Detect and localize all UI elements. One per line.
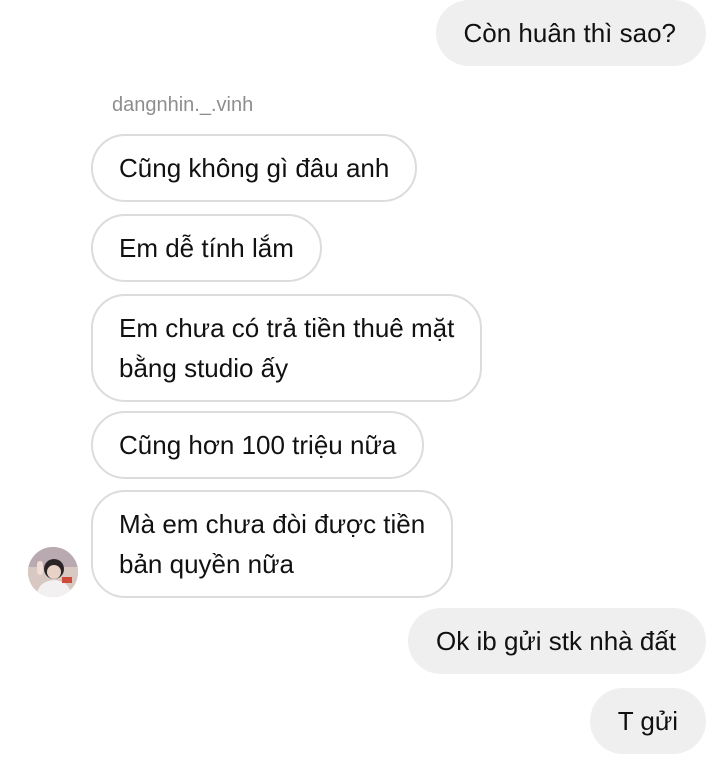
- message-text-line: Em chưa có trả tiền thuê mặt: [119, 313, 455, 343]
- message-bubble-outgoing[interactable]: T gửi: [589, 688, 706, 754]
- message-bubble-incoming[interactable]: Em dễ tính lắm: [91, 214, 322, 282]
- message-text: Ok ib gửi stk nhà đất: [436, 626, 676, 656]
- message-bubble-incoming[interactable]: Cũng không gì đâu anh: [91, 134, 418, 202]
- message-text-line: bằng studio ấy: [119, 353, 289, 383]
- message-text: Cũng hơn 100 triệu nữa: [119, 430, 397, 460]
- message-text-line: Mà em chưa đòi được tiền: [119, 509, 426, 539]
- message-bubble-incoming[interactable]: Em chưa có trả tiền thuê mặt bằng studio…: [91, 294, 483, 402]
- sender-username[interactable]: dangnhin._.vinh: [112, 92, 253, 118]
- sender-avatar[interactable]: [28, 547, 78, 597]
- avatar-image: [28, 547, 78, 597]
- message-bubble-incoming[interactable]: Mà em chưa đòi được tiền bản quyền nữa: [91, 490, 454, 598]
- message-bubble-outgoing[interactable]: Ok ib gửi stk nhà đất: [408, 608, 706, 674]
- message-text: T gửi: [617, 706, 678, 736]
- message-text: Cũng không gì đâu anh: [119, 153, 390, 183]
- message-bubble-outgoing[interactable]: Còn huân thì sao?: [435, 0, 706, 66]
- message-bubble-incoming[interactable]: Cũng hơn 100 triệu nữa: [91, 411, 425, 479]
- message-text: Còn huân thì sao?: [463, 18, 677, 48]
- message-text: Em dễ tính lắm: [119, 233, 294, 263]
- message-text-line: bản quyền nữa: [119, 549, 294, 579]
